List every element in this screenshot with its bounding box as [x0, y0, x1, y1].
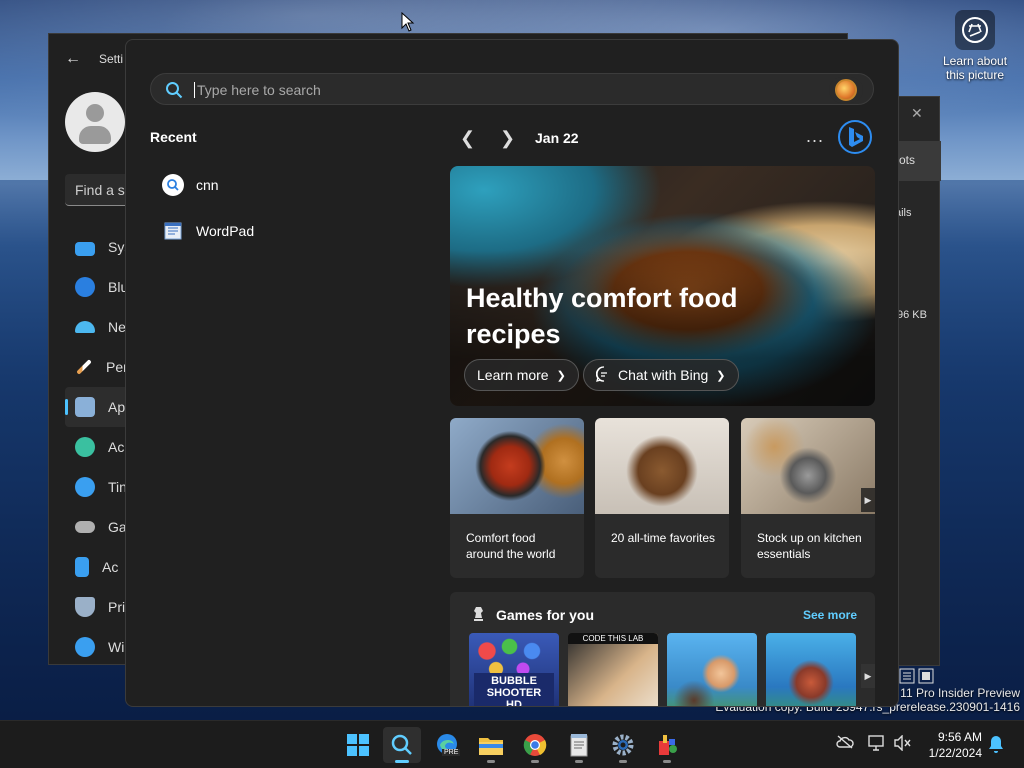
- card-title: Comfort food around the world: [466, 531, 556, 561]
- privacy-icon: [75, 597, 95, 617]
- bg-row-3: 96 KB: [897, 309, 927, 321]
- gear-icon: [612, 734, 634, 756]
- card-title: Stock up on kitchen essentials: [757, 531, 862, 561]
- network-icon: [75, 321, 95, 333]
- mouse-cursor-icon: [401, 12, 415, 32]
- taskbar-edge-pre[interactable]: PRE: [428, 727, 466, 763]
- personalization-icon: [76, 359, 92, 375]
- recent-item-wordpad[interactable]: WordPad: [150, 208, 410, 254]
- windows-update-icon: [75, 637, 95, 657]
- shortcut-label: Learn about this picture: [942, 54, 1008, 82]
- chevron-right-icon: ❯: [716, 369, 726, 382]
- chat-bubble-icon: [595, 365, 612, 385]
- taskbar-chrome[interactable]: [516, 727, 554, 763]
- game-tile-farm[interactable]: [667, 633, 757, 706]
- recent-item-cnn[interactable]: cnn: [150, 162, 410, 208]
- taskbar-file-explorer[interactable]: [472, 727, 510, 763]
- accessibility-icon: [75, 557, 89, 577]
- clock-date: 1/22/2024: [928, 746, 982, 760]
- clock-time: 9:56 AM: [937, 730, 982, 744]
- highlight-date: Jan 22: [535, 130, 579, 146]
- more-options-icon[interactable]: ...: [806, 126, 824, 147]
- window-title: Setti: [99, 52, 124, 66]
- recent-heading: Recent: [150, 129, 197, 145]
- apps-icon: [75, 397, 95, 417]
- card-image: [741, 418, 875, 514]
- taskbar: PRE 9:56 AM 1/22/2024: [0, 720, 1024, 768]
- chess-piece-icon: [470, 605, 486, 628]
- highlight-cards: Comfort food around the world 20 all-tim…: [450, 418, 875, 578]
- search-icon: [162, 174, 184, 196]
- recent-item-label: WordPad: [196, 223, 255, 239]
- hero-title: Healthy comfort food recipes: [466, 283, 738, 349]
- search-panel: Recent cnn WordPad ❮ ❯ Jan 22 ... Health…: [125, 39, 899, 707]
- paint-icon: [659, 735, 677, 755]
- text-caret: [194, 82, 195, 98]
- game-tile-chess[interactable]: CODE THIS LAB: [568, 633, 658, 706]
- see-more-link[interactable]: See more: [803, 608, 857, 622]
- search-input[interactable]: [197, 78, 797, 102]
- recent-list: cnn WordPad: [150, 162, 410, 254]
- start-button[interactable]: [339, 727, 377, 763]
- cloud-offline-icon[interactable]: [836, 735, 854, 754]
- highlights-header: ❮ ❯ Jan 22 ...: [450, 120, 874, 154]
- windows-logo-icon: [347, 734, 369, 756]
- recent-item-label: cnn: [196, 177, 219, 193]
- chevron-left-icon[interactable]: ❮: [460, 128, 475, 149]
- wordpad-icon: [162, 220, 184, 242]
- game-tile-house[interactable]: [766, 633, 856, 706]
- taskbar-search-button[interactable]: [383, 727, 421, 763]
- notepad-icon: [570, 734, 588, 757]
- card-comfort-food[interactable]: Comfort food around the world: [450, 418, 584, 578]
- chevron-right-icon[interactable]: ▶: [861, 488, 875, 512]
- chevron-right-icon: ❯: [556, 369, 566, 382]
- card-all-time-favorites[interactable]: 20 all-time favorites: [595, 418, 729, 578]
- close-icon[interactable]: ✕: [911, 105, 923, 122]
- search-highlight-doodle[interactable]: [829, 77, 863, 103]
- camera-icon: [955, 10, 995, 50]
- bing-icon[interactable]: [838, 120, 872, 154]
- taskbar-paint[interactable]: [648, 727, 686, 763]
- network-icon[interactable]: [868, 735, 886, 756]
- volume-muted-icon[interactable]: [894, 734, 912, 756]
- back-arrow-icon[interactable]: ←: [65, 50, 81, 68]
- search-icon: [391, 734, 412, 755]
- games-section: Games for you See more BUBBLE SHOOTER HD…: [450, 592, 875, 706]
- card-image: [595, 418, 729, 514]
- chat-with-bing-button[interactable]: Chat with Bing ❯: [583, 359, 739, 391]
- taskbar-settings[interactable]: [604, 727, 642, 763]
- avatar[interactable]: [65, 92, 125, 152]
- time-language-icon: [75, 477, 95, 497]
- taskbar-notepad[interactable]: [560, 727, 598, 763]
- search-icon: [165, 81, 183, 104]
- learn-about-picture-shortcut[interactable]: Learn about this picture: [940, 10, 1010, 82]
- games-title: Games for you: [496, 607, 595, 623]
- chevron-right-icon[interactable]: ❯: [500, 128, 515, 149]
- system-icon: [75, 241, 95, 256]
- folder-icon: [479, 738, 503, 755]
- hero-card[interactable]: Healthy comfort food recipes Learn more …: [450, 166, 875, 406]
- learn-more-button[interactable]: Learn more ❯: [464, 359, 579, 391]
- chevron-right-icon[interactable]: ▶: [861, 664, 875, 688]
- accounts-icon: [75, 437, 95, 457]
- clock[interactable]: 9:56 AM 1/22/2024: [918, 729, 982, 761]
- game-tile-bubble-shooter[interactable]: BUBBLE SHOOTER HD: [469, 633, 559, 706]
- card-image: [450, 418, 584, 514]
- notifications-bell-icon[interactable]: [988, 735, 1004, 758]
- bluetooth-icon: [75, 277, 95, 297]
- gaming-icon: [75, 521, 95, 533]
- doodle-sun-icon: [835, 79, 857, 101]
- card-title: 20 all-time favorites: [611, 531, 716, 545]
- search-box[interactable]: [150, 73, 874, 105]
- card-kitchen-essentials[interactable]: Stock up on kitchen essentials ▶: [741, 418, 875, 578]
- chrome-icon: [523, 734, 547, 756]
